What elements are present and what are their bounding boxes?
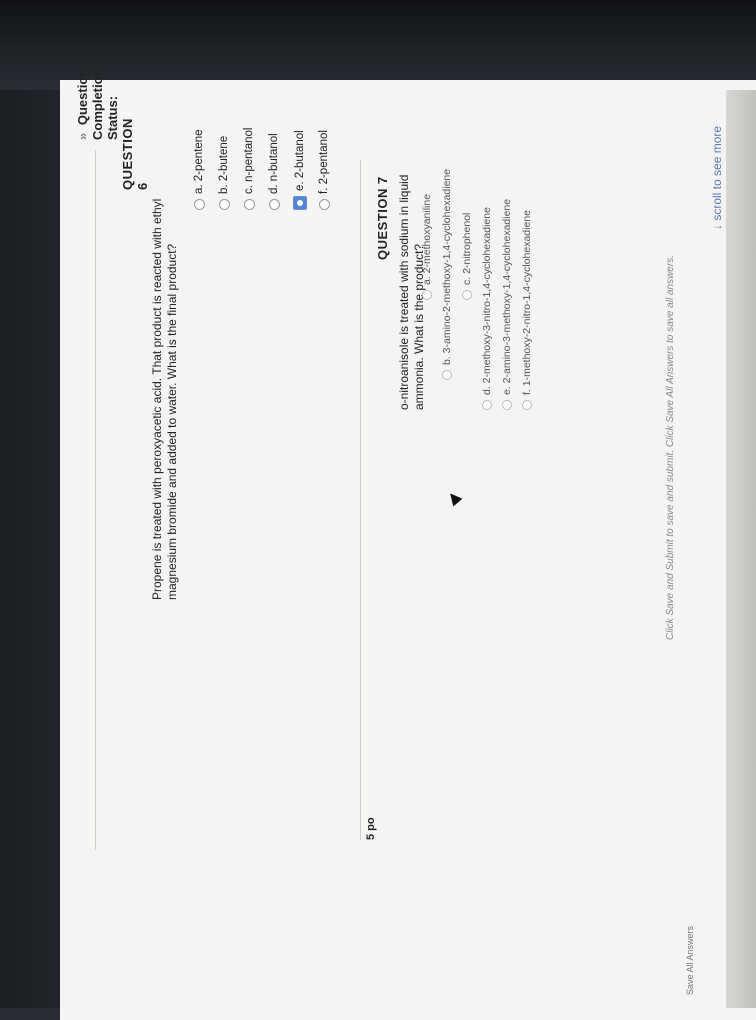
radio-button[interactable] [482, 400, 492, 410]
question-7-option-b[interactable]: b. 3-amino-2-methoxy-1,4-cyclohexadiene [441, 169, 453, 380]
radio-button[interactable] [268, 199, 280, 210]
option-label: d. 2-methoxy-3-nitro-1,4-cyclohexadiene [481, 207, 493, 395]
question-6-option-d[interactable]: d. n-butanol [268, 133, 280, 210]
quiz-content: » Question Completion Status: QUESTION 6… [75, 69, 725, 1000]
save-all-answers-button[interactable]: Save All Answers [685, 926, 695, 995]
question-6-title: QUESTION 6 [120, 118, 150, 190]
radio-button[interactable] [193, 199, 205, 210]
option-label: a. 2-methoxyaniline [421, 193, 433, 285]
completion-status-header[interactable]: » Question Completion Status: [75, 69, 120, 141]
submit-instructions: Click Save and Submit to save and submit… [665, 255, 676, 640]
radio-button[interactable] [442, 370, 452, 380]
question-6-option-e[interactable]: e. 2-butanol [293, 130, 307, 210]
question-6-text-line2: final product? [165, 243, 179, 316]
radio-button[interactable] [522, 400, 532, 410]
radio-button[interactable] [318, 199, 330, 210]
option-label: c. 2-nitrophenol [461, 212, 473, 285]
question-7-points: 5 po [365, 817, 377, 840]
scroll-to-see-more[interactable]: ↓ scroll to see more [710, 126, 724, 230]
radio-button[interactable] [218, 199, 230, 210]
radio-button[interactable] [462, 290, 472, 300]
option-label: f. 1-methoxy-2-nitro-1,4-cyclohexadiene [521, 209, 533, 395]
question-7-option-e[interactable]: e. 2-amino-3-methoxy-1,4-cyclohexadiene [501, 199, 513, 410]
chevron-icon: » [75, 132, 90, 140]
arrow-icon: ↓ [710, 224, 724, 230]
question-7-option-a[interactable]: a. 2-methoxyaniline [421, 194, 433, 300]
radio-button[interactable] [243, 199, 255, 210]
option-label: f. 2-pentanol [318, 130, 330, 194]
option-label: b. 3-amino-2-methoxy-1,4-cyclohexadiene [441, 168, 453, 365]
question-6-option-c[interactable]: c. n-pentanol [243, 127, 255, 210]
divider [95, 150, 96, 850]
radio-button-selected[interactable] [293, 196, 307, 210]
question-6-text: Propene is treated with peroxyacetic aci… [150, 140, 180, 600]
option-label: b. 2-butene [218, 135, 230, 194]
option-label: e. 2-amino-3-methoxy-1,4-cyclohexadiene [501, 198, 513, 395]
divider [360, 160, 361, 840]
option-label: c. n-pentanol [243, 127, 255, 195]
question-7-option-c[interactable]: c. 2-nitrophenol [461, 213, 473, 300]
question-7-title: QUESTION 7 [375, 176, 390, 260]
question-7-option-d[interactable]: d. 2-methoxy-3-nitro-1,4-cyclohexadiene [481, 207, 493, 410]
option-label: d. n-butanol [268, 133, 280, 194]
completion-status-title: Question Completion Status: [75, 68, 120, 141]
radio-button[interactable] [422, 290, 432, 300]
radio-button[interactable] [502, 400, 512, 410]
question-6-option-b[interactable]: b. 2-butene [218, 136, 230, 210]
option-label: e. 2-butanol [294, 130, 306, 191]
monitor-bezel-right [726, 90, 756, 1008]
question-6-option-f[interactable]: f. 2-pentanol [318, 130, 330, 210]
option-label: a. 2-pentene [193, 129, 205, 194]
question-7-option-f[interactable]: f. 1-methoxy-2-nitro-1,4-cyclohexadiene [521, 210, 533, 410]
question-6-option-a[interactable]: a. 2-pentene [193, 129, 205, 210]
